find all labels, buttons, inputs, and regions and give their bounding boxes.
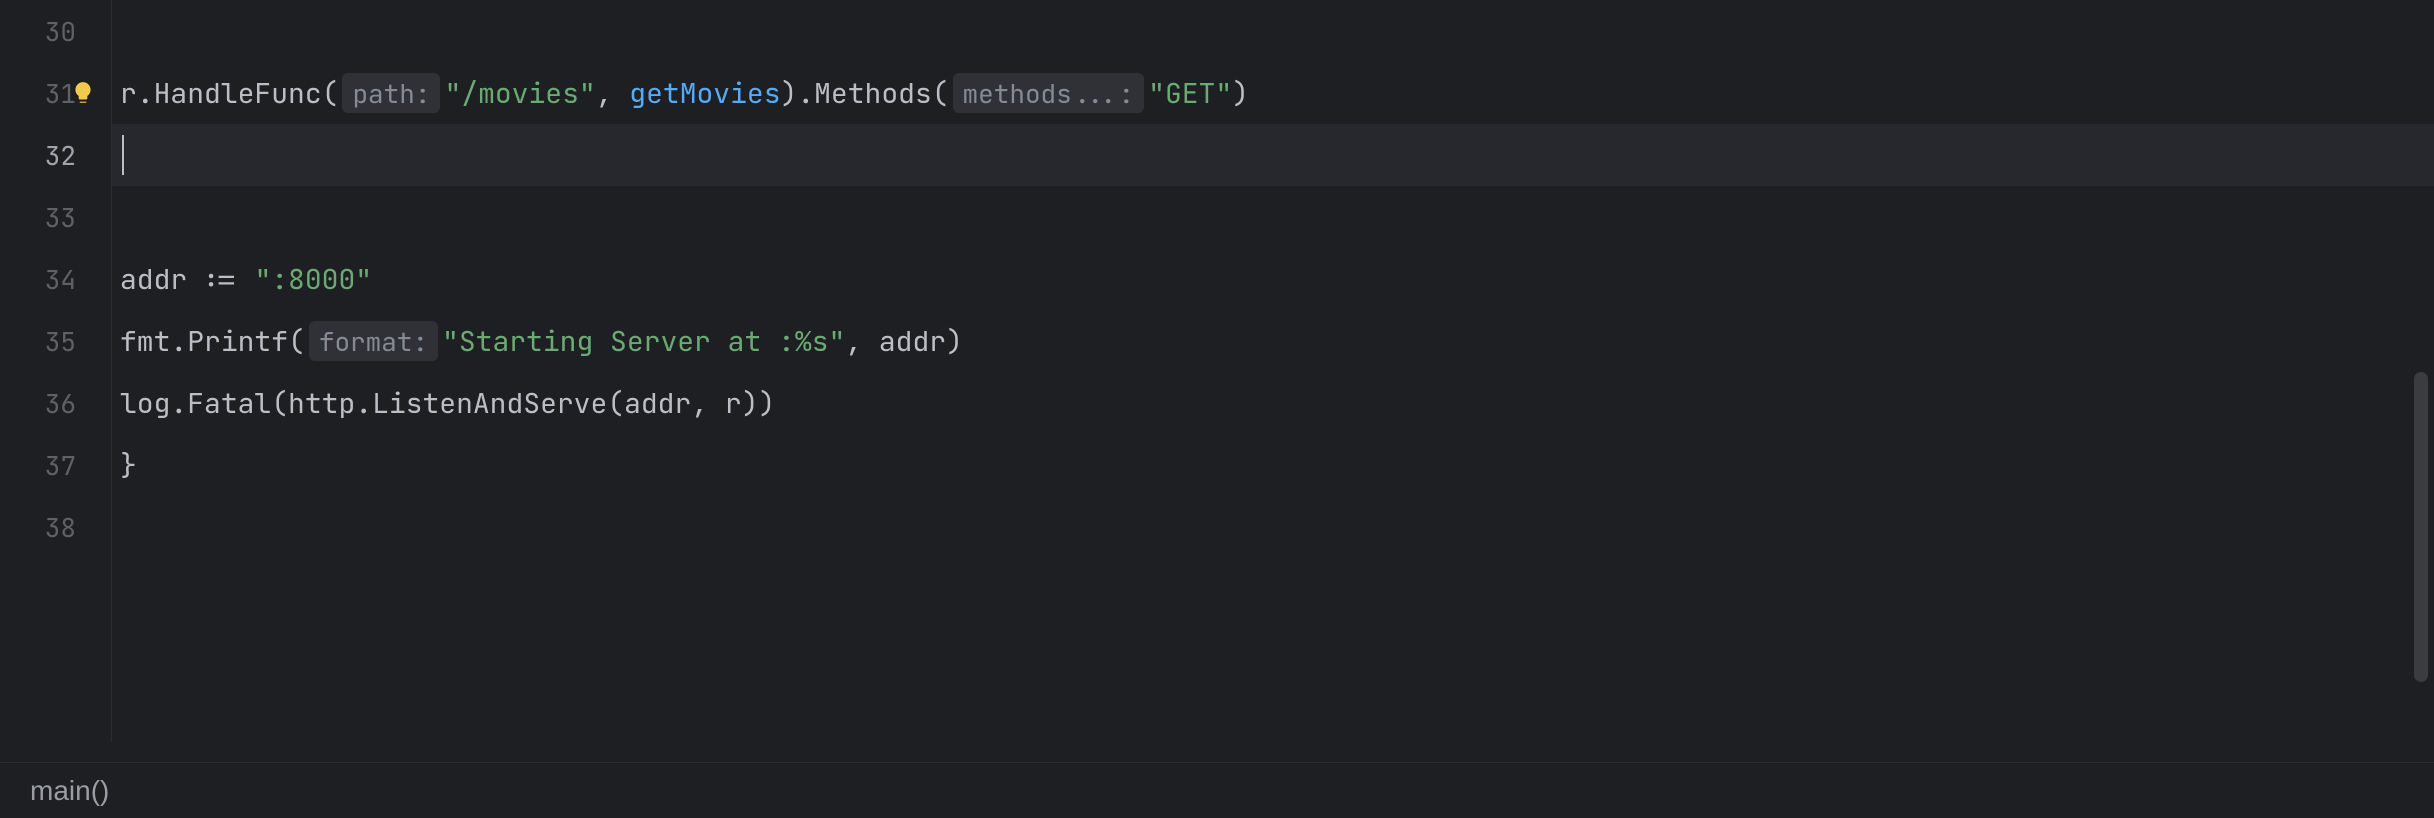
- token-punct: (: [932, 75, 949, 112]
- inlay-hint: format:: [309, 321, 438, 361]
- inlay-hint: methods...:: [953, 73, 1145, 113]
- token-identifier: http: [288, 385, 355, 422]
- token-operator: :=: [204, 261, 238, 298]
- gutter-line-number: 36: [0, 372, 111, 434]
- code-line[interactable]: r.HandleFunc(path:"/movies", getMovies).…: [112, 62, 2434, 124]
- code-area[interactable]: r.HandleFunc(path:"/movies", getMovies).…: [112, 0, 2434, 742]
- token-punct: ): [1232, 75, 1249, 112]
- gutter-line-number: 32: [0, 124, 111, 186]
- token-punct: (: [271, 385, 288, 422]
- token-brace: }: [120, 447, 137, 484]
- token-punct: .: [170, 323, 187, 360]
- code-editor[interactable]: 30 31 32 33 34 35 36 37 38 r.HandleFunc(…: [0, 0, 2434, 742]
- token-method: Fatal: [187, 385, 271, 422]
- token-string: "Starting Server at :%s": [442, 323, 845, 360]
- token-string: "/movies": [444, 75, 595, 112]
- gutter: 30 31 32 33 34 35 36 37 38: [0, 0, 112, 742]
- token-punct: (: [322, 75, 339, 112]
- token-punct: .: [170, 385, 187, 422]
- code-line[interactable]: [112, 0, 2434, 62]
- token-punct: ,: [596, 75, 613, 112]
- gutter-line-number: 38: [0, 496, 111, 558]
- token-identifier: r: [120, 75, 137, 112]
- token-space: [708, 385, 725, 422]
- token-identifier: addr: [120, 261, 187, 298]
- token-identifier: log: [120, 385, 170, 422]
- code-line[interactable]: [112, 186, 2434, 248]
- code-line-active[interactable]: [112, 124, 2434, 186]
- gutter-line-number: 30: [0, 0, 111, 62]
- token-punct: ): [946, 323, 963, 360]
- token-identifier: addr: [624, 385, 691, 422]
- token-method: Printf: [187, 323, 288, 360]
- token-punct: ,: [691, 385, 708, 422]
- token-identifier: fmt: [120, 323, 170, 360]
- code-line[interactable]: [112, 496, 2434, 558]
- token-punct: ): [742, 385, 759, 422]
- token-space: [187, 261, 204, 298]
- token-punct: .: [355, 385, 372, 422]
- token-string: ":8000": [254, 261, 372, 298]
- token-punct: (: [288, 323, 305, 360]
- code-line[interactable]: }: [112, 434, 2434, 496]
- bulb-icon[interactable]: [67, 77, 99, 109]
- code-line[interactable]: log.Fatal(http.ListenAndServe(addr, r)): [112, 372, 2434, 434]
- gutter-line-number: 37: [0, 434, 111, 496]
- breadcrumb-bar[interactable]: main(): [0, 762, 2434, 818]
- token-space: [238, 261, 255, 298]
- breadcrumb-item[interactable]: main(): [30, 775, 109, 807]
- token-method: ListenAndServe: [372, 385, 607, 422]
- token-space: [862, 323, 879, 360]
- token-punct: .: [137, 75, 154, 112]
- gutter-line-number: 33: [0, 186, 111, 248]
- token-string: "GET": [1148, 75, 1232, 112]
- code-line[interactable]: fmt.Printf(format:"Starting Server at :%…: [112, 310, 2434, 372]
- token-function-ref: getMovies: [629, 75, 780, 112]
- inlay-hint: path:: [342, 73, 440, 113]
- code-line[interactable]: addr := ":8000": [112, 248, 2434, 310]
- token-punct: ): [781, 75, 798, 112]
- token-identifier: addr: [879, 323, 946, 360]
- token-method: Methods: [814, 75, 932, 112]
- token-punct: ,: [845, 323, 862, 360]
- token-punct: (: [607, 385, 624, 422]
- scrollbar-track[interactable]: [2408, 0, 2428, 742]
- token-punct: .: [797, 75, 814, 112]
- gutter-line-number: 34: [0, 248, 111, 310]
- token-identifier: r: [725, 385, 742, 422]
- scrollbar-thumb[interactable]: [2414, 372, 2428, 682]
- gutter-line-number: 35: [0, 310, 111, 372]
- text-cursor: [122, 135, 124, 175]
- token-space: [612, 75, 629, 112]
- token-method: HandleFunc: [154, 75, 322, 112]
- token-punct: ): [759, 385, 776, 422]
